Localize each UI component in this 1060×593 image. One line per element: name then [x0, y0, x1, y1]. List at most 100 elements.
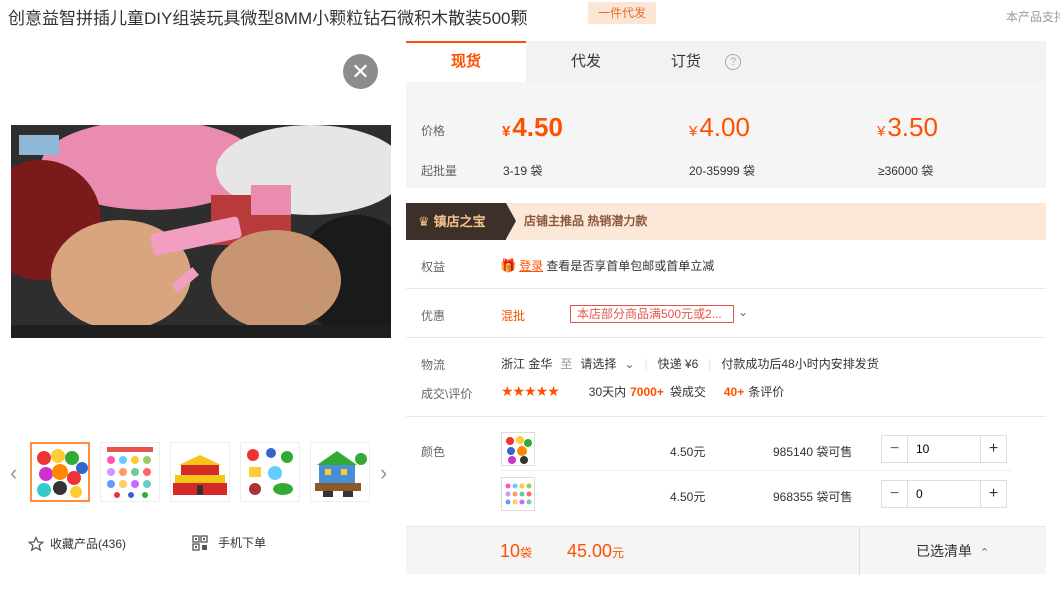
review-count[interactable]: 40+ — [724, 385, 744, 399]
divider — [501, 470, 1011, 471]
tier-2-price: ¥4.00 — [689, 112, 750, 143]
reviews-label: 成交\评价 — [421, 387, 473, 401]
sku-1-price: 4.50元 — [670, 445, 706, 459]
increment-button[interactable]: + — [980, 436, 1006, 462]
separator: | — [644, 356, 648, 371]
quantity-input[interactable] — [908, 436, 980, 462]
video-frame-image — [11, 125, 391, 338]
sku-1-stock: 985140 袋可售 — [773, 445, 853, 459]
quantity-input[interactable] — [908, 481, 980, 507]
tier-3-qty: ≥36000 袋 — [878, 164, 934, 178]
sku-2-quantity-stepper: − + — [881, 480, 1007, 508]
price-value: 4.50 — [512, 112, 563, 142]
divider — [406, 288, 1046, 289]
thumbnail-next-icon[interactable]: › — [380, 460, 387, 486]
origin-text: 浙江 金华 — [501, 357, 553, 371]
login-link[interactable]: 登录 — [519, 257, 543, 274]
chevron-down-icon[interactable]: ⌄ — [738, 305, 748, 319]
support-text: 本产品支持 — [1006, 10, 1060, 24]
increment-button[interactable]: + — [980, 481, 1006, 507]
mixed-batch-label: 混批 — [501, 309, 526, 323]
express-fee: 快递 ¥6 — [657, 357, 699, 371]
chevron-down-icon[interactable]: ⌄ — [624, 357, 634, 371]
product-title: 创意益智拼插儿童DIY组装玩具微型8MM小颗粒钻石微积木散装500颗 — [8, 9, 528, 28]
divider — [406, 416, 1046, 417]
sku-1-image[interactable] — [501, 432, 535, 466]
to-text: 至 — [560, 357, 573, 371]
currency-symbol: ¥ — [689, 123, 698, 140]
color-label: 颜色 — [421, 445, 446, 459]
logistics-row: 浙江 金华 至 请选择 ⌄ | 快递 ¥6 | 付款成功后48小时内安排发货 — [501, 355, 879, 372]
discount-label: 优惠 — [421, 309, 446, 323]
close-video-button[interactable]: ✕ — [343, 54, 378, 89]
sku-1-quantity-stepper: − + — [881, 435, 1007, 463]
promo-tag-label: 镇店之宝 — [433, 214, 486, 229]
total-value: 45.00 — [567, 541, 613, 561]
sku-thumbnail — [502, 478, 534, 510]
close-icon: ✕ — [351, 59, 370, 84]
tab-in-stock[interactable]: 现货 — [406, 41, 526, 82]
price-tiers: 价格 起批量 ¥4.50 3-19 袋 ¥4.00 20-35999 袋 ¥3.… — [406, 82, 1046, 188]
thumbnail-carousel: ‹ › — [0, 438, 400, 506]
thumbnail-image — [32, 444, 88, 500]
quantity-unit: 袋 — [520, 546, 533, 560]
tab-label: 订货 — [670, 53, 701, 70]
tab-label: 代发 — [570, 53, 601, 70]
sku-thumbnail — [502, 433, 534, 465]
thumbnail-3[interactable] — [170, 442, 230, 502]
benefits-text: 查看是否享首单包邮或首单立减 — [546, 259, 715, 273]
sku-2-image[interactable] — [501, 477, 535, 511]
tab-dropship[interactable]: 代发 — [526, 41, 646, 82]
currency-symbol: ¥ — [877, 123, 886, 140]
store-promo-banner: ♛ 镇店之宝 店铺主推品 热销潜力款 — [406, 203, 1046, 240]
qr-code-icon — [192, 534, 208, 551]
thumbnail-image — [101, 443, 159, 501]
quantity-value: 10 — [500, 541, 521, 561]
tab-label: 现货 — [450, 53, 481, 70]
total-price: 45.00元 — [567, 541, 624, 562]
logistics-label: 物流 — [421, 358, 446, 372]
thumbnail-2[interactable] — [100, 442, 160, 502]
decrement-button[interactable]: − — [882, 481, 908, 507]
promo-tag: ♛ 镇店之宝 — [406, 203, 516, 240]
dropship-badge: 一件代发 — [588, 2, 657, 24]
star-outline-icon — [28, 535, 44, 551]
benefits-row: 🎁 登录 查看是否享首单包邮或首单立减 — [500, 257, 714, 274]
promo-text: 店铺主推品 热销潜力款 — [524, 214, 648, 228]
thumbnail-prev-icon[interactable]: ‹ — [10, 460, 17, 486]
tier-1-qty: 3-19 袋 — [503, 164, 543, 178]
review-suffix: 条评价 — [748, 385, 785, 399]
thumbnail-5[interactable] — [310, 442, 370, 502]
selected-list-label: 已选清单 — [916, 543, 972, 559]
currency-symbol: ¥ — [502, 123, 511, 140]
sales-count[interactable]: 7000+ — [630, 385, 664, 399]
sales-prefix: 30天内 — [588, 385, 627, 399]
product-video[interactable] — [11, 125, 391, 338]
sales-suffix: 袋成交 — [669, 385, 706, 399]
thumbnail-4[interactable] — [240, 442, 300, 502]
shipping-note: 付款成功后48小时内安排发货 — [721, 357, 879, 371]
favorite-label: 收藏产品(436) — [50, 537, 127, 551]
mobile-order-button[interactable]: 手机下单 — [192, 534, 266, 551]
min-qty-label: 起批量 — [421, 164, 458, 178]
divider — [859, 527, 860, 575]
selected-list-button[interactable]: 已选清单 ⌃ — [916, 541, 989, 561]
discount-offer-box[interactable]: 本店部分商品满500元或2... — [570, 305, 734, 323]
crown-icon: ♛ — [418, 214, 430, 229]
decrement-button[interactable]: − — [882, 436, 908, 462]
thumbnail-1[interactable] — [30, 442, 90, 502]
reviews-row: ★★★★★ 30天内 7000+ 袋成交 40+ 条评价 — [501, 383, 784, 400]
price-label: 价格 — [421, 124, 446, 138]
price-value: 4.00 — [699, 112, 750, 142]
thumbnail-image — [171, 443, 229, 501]
favorite-button[interactable]: 收藏产品(436) — [28, 535, 126, 552]
sku-2-price: 4.50元 — [670, 490, 706, 504]
thumbnail-image — [311, 443, 369, 501]
tab-preorder[interactable]: 订货 ? — [646, 41, 766, 82]
chevron-up-icon: ⌃ — [979, 547, 990, 559]
tier-2-qty: 20-35999 袋 — [689, 164, 756, 178]
total-unit: 元 — [612, 546, 625, 560]
thumbnail-image — [241, 443, 299, 501]
help-icon[interactable]: ? — [725, 54, 742, 71]
destination-select[interactable]: 请选择 — [580, 355, 616, 372]
